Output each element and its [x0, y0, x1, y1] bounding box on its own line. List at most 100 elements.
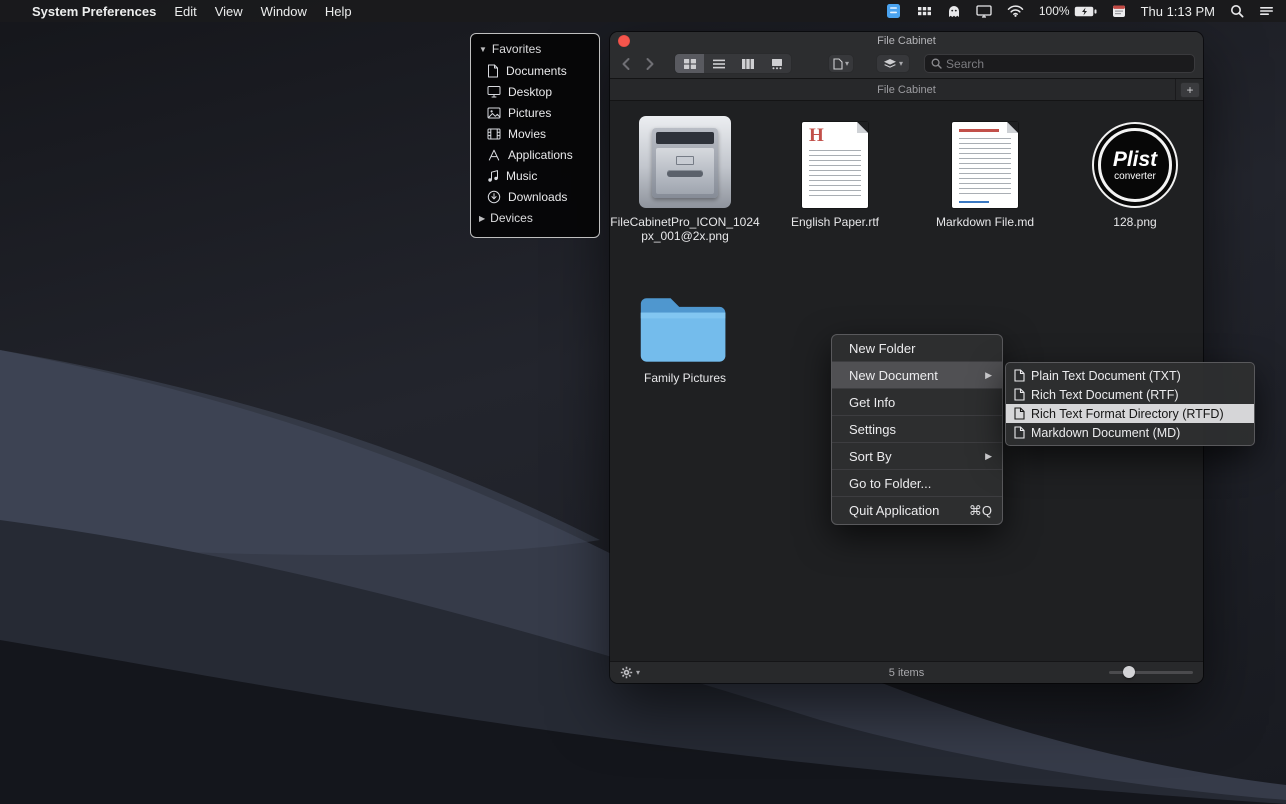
music-icon [488, 169, 498, 182]
file-name: Markdown File.md [935, 215, 1035, 229]
window-status-bar: 5 items ▾ [610, 661, 1203, 683]
forward-button[interactable] [642, 54, 658, 74]
menu-help[interactable]: Help [325, 4, 352, 19]
downloads-icon [487, 190, 501, 203]
file-name: Family Pictures [643, 371, 726, 386]
action-gear-dropdown[interactable]: ▾ [620, 666, 640, 679]
favorites-section-header[interactable]: ▼ Favorites [471, 40, 599, 60]
chevron-right-icon [646, 57, 654, 70]
markdown-heading-line [959, 129, 999, 132]
sidebar-item-label: Documents [506, 63, 567, 78]
keyboard-shortcut: ⌘Q [968, 502, 992, 518]
sidebar-item-movies[interactable]: Movies [471, 123, 599, 144]
window-titlebar[interactable]: File Cabinet [610, 32, 1203, 49]
page-fold-icon [857, 122, 868, 133]
disclosure-triangle-closed-icon[interactable]: ▶ [479, 214, 485, 223]
folder-icon [640, 298, 726, 362]
disclosure-triangle-open-icon[interactable]: ▼ [479, 45, 487, 54]
gallery-view-button[interactable] [762, 54, 791, 73]
column-view-icon [741, 58, 754, 69]
gear-icon [620, 666, 633, 679]
submenu-item-plain-text[interactable]: Plain Text Document (TXT) [1006, 366, 1254, 385]
add-tab-button[interactable]: + [1180, 82, 1200, 98]
back-button[interactable] [618, 54, 634, 74]
file-item[interactable]: FileCabinetPro_ICON_1024px_001@2x.png [610, 113, 760, 243]
sidebar-item-desktop[interactable]: Desktop [471, 81, 599, 102]
menu-item-new-document[interactable]: New Document ▶ [832, 362, 1002, 389]
menu-edit[interactable]: Edit [174, 4, 196, 19]
document-icon [833, 57, 843, 70]
markdown-link-line [959, 201, 989, 203]
document-icon [1014, 426, 1025, 439]
submenu-arrow-icon: ▶ [985, 451, 992, 461]
sidebar-item-documents[interactable]: Documents [471, 60, 599, 81]
window-header-bar: File Cabinet + [610, 79, 1203, 101]
menu-item-quit-application[interactable]: Quit Application ⌘Q [832, 497, 1002, 524]
sidebar-item-applications[interactable]: Applications [471, 144, 599, 165]
file-item[interactable]: Plist converter 128.png [1060, 113, 1203, 243]
file-name: FileCabinetPro_ICON_1024px_001@2x.png [610, 215, 760, 244]
notification-center-icon[interactable] [1259, 5, 1274, 17]
document-preview-letter: H [809, 125, 824, 146]
sidebar-item-downloads[interactable]: Downloads [471, 186, 599, 207]
document-icon [1014, 369, 1025, 382]
list-view-button[interactable] [704, 54, 733, 73]
grid-icon[interactable] [917, 5, 932, 17]
file-cabinet-app-icon[interactable] [885, 3, 902, 19]
ghost-icon[interactable] [947, 4, 961, 18]
devices-section-header[interactable]: ▶ Devices [471, 209, 599, 229]
png-image-thumbnail [639, 113, 731, 208]
chevron-down-icon: ▾ [899, 59, 904, 68]
file-item[interactable]: Markdown File.md [910, 113, 1060, 243]
spotlight-search-icon[interactable] [1230, 4, 1244, 18]
file-item[interactable]: H English Paper.rtf [760, 113, 910, 243]
document-action-dropdown[interactable]: ▾ [828, 54, 855, 73]
menu-bar: System Preferences Edit View Window Help [0, 0, 1286, 22]
movies-icon [487, 128, 501, 139]
battery-icon [1074, 6, 1097, 16]
submenu-item-rich-text[interactable]: Rich Text Document (RTF) [1006, 385, 1254, 404]
search-input[interactable] [946, 56, 1188, 71]
desktop-icon [487, 86, 501, 98]
sidebar-item-label: Desktop [508, 84, 553, 99]
favorites-label: Favorites [491, 42, 542, 56]
menu-bar-clock[interactable]: Thu 1:13 PM [1141, 4, 1215, 19]
chevron-down-icon: ▾ [845, 59, 850, 68]
menu-item-new-folder[interactable]: New Folder [832, 335, 1002, 362]
slider-knob[interactable] [1123, 666, 1135, 678]
battery-indicator[interactable]: 100% [1039, 4, 1097, 18]
close-button[interactable] [618, 34, 630, 47]
document-page-icon: H [802, 122, 868, 208]
display-icon[interactable] [976, 4, 992, 18]
icon-text-top: Plist [1112, 147, 1158, 171]
column-view-button[interactable] [733, 54, 762, 73]
menu-item-go-to-folder[interactable]: Go to Folder... [832, 470, 1002, 497]
file-name: 128.png [1113, 215, 1157, 229]
menu-item-settings[interactable]: Settings [832, 416, 1002, 443]
menu-item-sort-by[interactable]: Sort By ▶ [832, 443, 1002, 470]
icon-text-bottom: converter [1114, 170, 1156, 182]
calendar-icon[interactable] [1112, 4, 1126, 18]
file-item[interactable]: Family Pictures [610, 269, 760, 385]
icon-view-button[interactable] [675, 54, 704, 73]
icon-size-slider[interactable] [1109, 666, 1193, 678]
markdown-document-thumbnail [952, 113, 1018, 208]
battery-percent-label: 100% [1038, 4, 1070, 18]
group-action-dropdown[interactable]: ▾ [876, 54, 911, 73]
view-mode-segmented-control [674, 53, 792, 74]
sidebar-item-music[interactable]: Music [471, 165, 599, 186]
search-field[interactable] [924, 54, 1195, 73]
sidebar-item-pictures[interactable]: Pictures [471, 102, 599, 123]
rtf-document-thumbnail: H [802, 113, 868, 208]
wifi-icon[interactable] [1007, 5, 1024, 17]
submenu-item-rtfd[interactable]: Rich Text Format Directory (RTFD) [1006, 404, 1254, 423]
menu-app-name[interactable]: System Preferences [32, 4, 156, 19]
submenu-item-markdown[interactable]: Markdown Document (MD) [1006, 423, 1254, 442]
sidebar-item-label: Movies [508, 126, 547, 141]
sidebar-item-label: Music [506, 168, 538, 183]
new-document-submenu: Plain Text Document (TXT) Rich Text Docu… [1005, 362, 1255, 446]
menu-view[interactable]: View [215, 4, 243, 19]
sidebar-item-label: Applications [508, 147, 573, 162]
menu-window[interactable]: Window [261, 4, 307, 19]
menu-item-get-info[interactable]: Get Info [832, 389, 1002, 416]
